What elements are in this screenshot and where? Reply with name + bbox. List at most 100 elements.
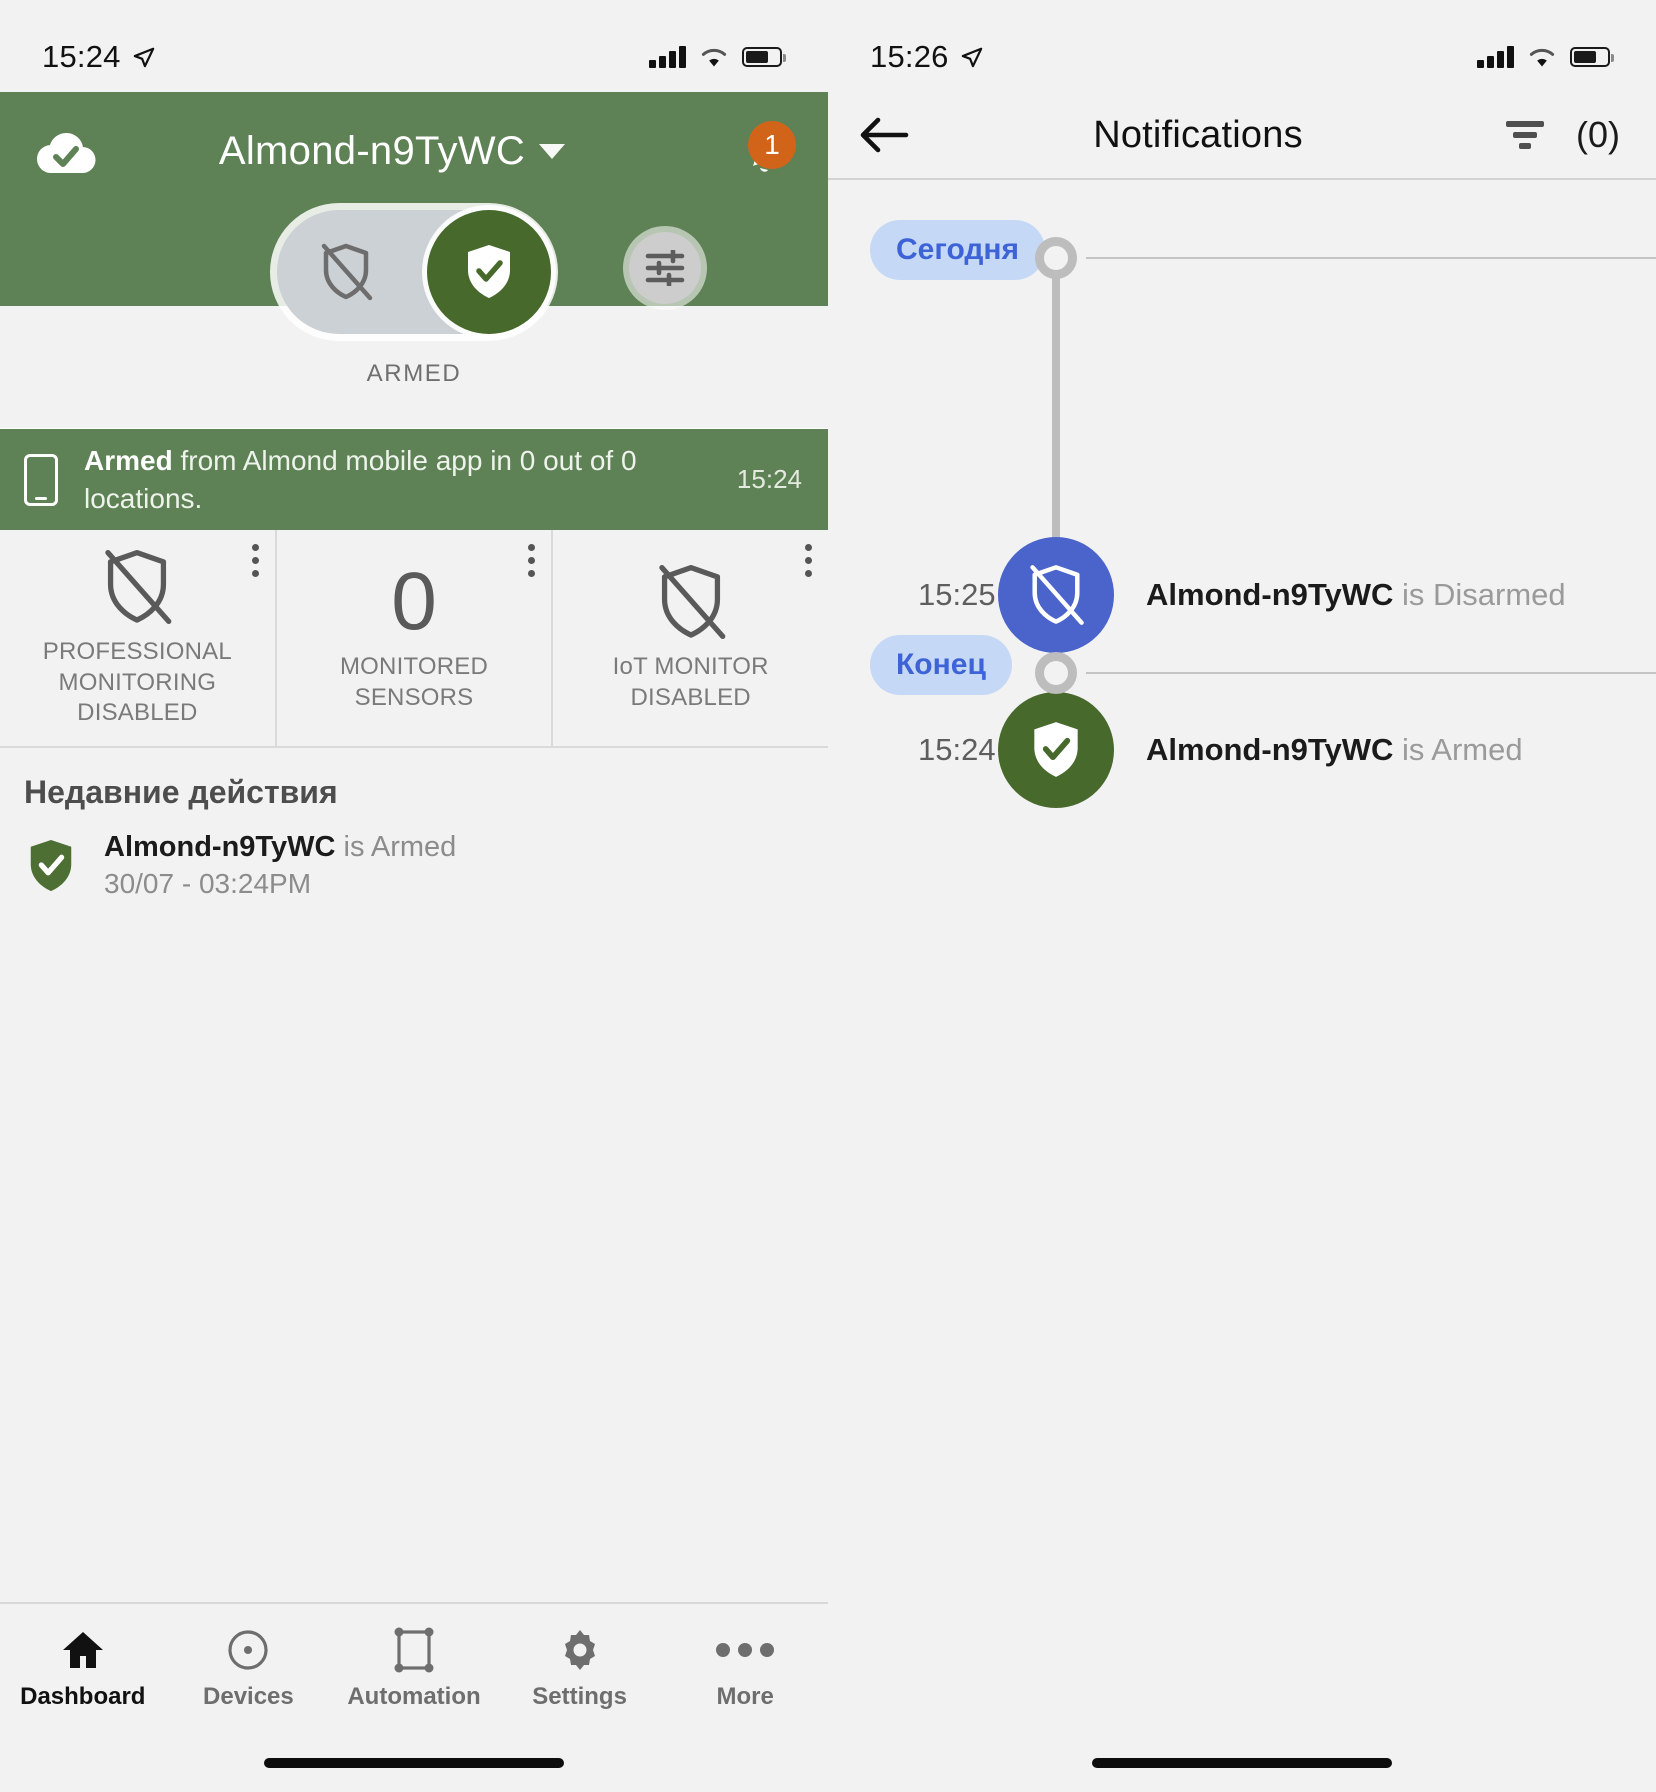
notification-time: 15:24 bbox=[918, 732, 996, 767]
tab-settings[interactable]: Settings bbox=[497, 1627, 663, 1711]
status-time: 15:24 bbox=[42, 39, 121, 74]
gear-icon bbox=[557, 1627, 603, 1673]
notification-status-dot bbox=[998, 692, 1114, 808]
notification-row[interactable]: 15:24 Almond-n9TyWC is Armed bbox=[828, 692, 1656, 808]
device-state: is Disarmed bbox=[1393, 577, 1566, 612]
home-icon bbox=[60, 1627, 106, 1673]
shield-off-icon bbox=[1030, 565, 1084, 625]
status-message-bar[interactable]: Armed from Almond mobile app in 0 out of… bbox=[0, 428, 828, 530]
arm-disarm-toggle[interactable] bbox=[277, 210, 551, 334]
page-title: Notifications bbox=[1093, 113, 1303, 156]
notifications-button[interactable]: 1 bbox=[706, 121, 796, 179]
list-item-primary: Almond-n9TyWC is Armed bbox=[104, 831, 456, 864]
tab-label: Dashboard bbox=[20, 1683, 146, 1710]
tab-more[interactable]: More bbox=[662, 1627, 828, 1711]
list-item[interactable]: Almond-n9TyWC is Armed 30/07 - 03:24PM bbox=[0, 825, 828, 906]
status-message-bold: Armed bbox=[84, 444, 173, 476]
disarm-option[interactable] bbox=[277, 210, 414, 334]
status-time: 15:26 bbox=[870, 39, 949, 74]
timeline-start-chip: Сегодня bbox=[870, 220, 1046, 280]
tab-automation[interactable]: Automation bbox=[331, 1627, 497, 1711]
status-bar-left-group: 15:24 bbox=[42, 39, 155, 75]
timeline-start-line bbox=[1086, 257, 1656, 259]
status-bar-left-group: 15:26 bbox=[870, 39, 983, 75]
notification-text: Almond-n9TyWC is Disarmed bbox=[1146, 577, 1566, 613]
security-settings-button[interactable] bbox=[629, 232, 701, 304]
automation-icon bbox=[392, 1627, 436, 1673]
status-message-text: Armed from Almond mobile app in 0 out of… bbox=[84, 442, 711, 518]
notification-time: 15:25 bbox=[918, 577, 996, 612]
notifications-timeline: Сегодня 15:25 Almond-n9TyWC is Disarmed … bbox=[828, 180, 1656, 1734]
list-item-timestamp: 30/07 - 03:24PM bbox=[104, 868, 312, 899]
device-state: is Armed bbox=[335, 831, 457, 863]
notifications-header: Notifications (0) bbox=[828, 92, 1656, 180]
shield-check-icon bbox=[468, 245, 510, 298]
battery-icon bbox=[1570, 47, 1614, 67]
card-label: PROFESSIONAL MONITORING DISABLED bbox=[42, 637, 232, 727]
shield-off-icon bbox=[321, 243, 372, 301]
header-bar: Almond-n9TyWC 1 bbox=[0, 92, 828, 210]
tab-dashboard[interactable]: Dashboard bbox=[0, 1627, 166, 1711]
status-cards: PROFESSIONAL MONITORING DISABLED 0 MONIT… bbox=[0, 530, 829, 748]
device-name: Almond-n9TyWC bbox=[1146, 577, 1394, 612]
home-indicator-wrap bbox=[0, 1734, 828, 1792]
status-bar-right: 15:26 bbox=[828, 0, 1656, 92]
dashboard-screen: 15:24 Almond-n9TyWC 1 ARMED Armed from A… bbox=[0, 0, 829, 1792]
card-professional-monitoring[interactable]: PROFESSIONAL MONITORING DISABLED bbox=[0, 530, 277, 746]
location-arrow-icon bbox=[133, 47, 154, 68]
battery-icon bbox=[742, 47, 786, 67]
device-title-group[interactable]: Almond-n9TyWC bbox=[78, 129, 706, 174]
green-header: Almond-n9TyWC 1 ARMED bbox=[0, 92, 828, 387]
kebab-menu-icon[interactable] bbox=[528, 544, 536, 577]
filter-icon[interactable] bbox=[1506, 121, 1544, 149]
card-monitored-sensors[interactable]: 0 MONITORED SENSORS bbox=[276, 530, 554, 746]
wifi-icon bbox=[1529, 48, 1555, 66]
timeline-start-node bbox=[1035, 237, 1077, 279]
shield-off-icon bbox=[658, 565, 726, 640]
shield-check-icon bbox=[1034, 722, 1078, 777]
card-value: 0 bbox=[391, 556, 437, 648]
page-title: Almond-n9TyWC bbox=[218, 128, 526, 173]
bottom-tabbar: Dashboard Devices Automation Settings Mo… bbox=[0, 1602, 828, 1734]
card-icon bbox=[100, 543, 174, 631]
shield-check-icon bbox=[30, 839, 72, 891]
back-arrow-icon[interactable] bbox=[858, 114, 910, 156]
status-message-time: 15:24 bbox=[736, 464, 802, 494]
notification-badge: 1 bbox=[748, 121, 796, 169]
tab-label: Settings bbox=[532, 1683, 627, 1710]
status-bar-right-group bbox=[649, 46, 786, 68]
home-indicator[interactable] bbox=[1092, 1758, 1392, 1768]
chevron-down-icon[interactable] bbox=[539, 143, 566, 159]
shield-off-icon bbox=[105, 549, 172, 624]
tab-label: More bbox=[716, 1683, 774, 1710]
list-item-text: Almond-n9TyWC is Armed 30/07 - 03:24PM bbox=[104, 831, 456, 900]
recent-activity-title: Недавние действия bbox=[24, 774, 338, 810]
notifications-screen: 15:26 Notifications (0) Сегодня 15:25 Al… bbox=[828, 0, 1656, 1792]
timeline-end-node bbox=[1035, 652, 1077, 694]
mobile-phone-icon bbox=[24, 453, 58, 506]
notification-text: Almond-n9TyWC is Armed bbox=[1146, 732, 1523, 768]
card-iot-monitor[interactable]: IoT MONITOR DISABLED bbox=[553, 530, 829, 746]
arm-state-label: ARMED bbox=[366, 360, 462, 387]
wifi-icon bbox=[701, 48, 727, 66]
dual-screen-container: 15:24 Almond-n9TyWC 1 ARMED Armed from A… bbox=[0, 0, 1656, 1792]
device-name: Almond-n9TyWC bbox=[1146, 732, 1394, 767]
status-bar-left: 15:24 bbox=[0, 0, 828, 92]
kebab-menu-icon[interactable] bbox=[805, 544, 813, 577]
tab-devices[interactable]: Devices bbox=[166, 1627, 332, 1711]
device-name: Almond-n9TyWC bbox=[104, 831, 336, 863]
notification-status-dot bbox=[998, 537, 1114, 653]
devices-icon bbox=[226, 1627, 270, 1673]
card-icon: 0 bbox=[391, 558, 437, 646]
device-state: is Armed bbox=[1393, 732, 1523, 767]
status-bar-right-group bbox=[1477, 46, 1614, 68]
arm-option[interactable] bbox=[427, 210, 551, 334]
filter-count: (0) bbox=[1576, 114, 1620, 155]
timeline-end-line bbox=[1086, 672, 1656, 674]
arm-toggle-zone: ARMED bbox=[0, 210, 828, 400]
tab-label: Devices bbox=[203, 1683, 294, 1710]
card-label: MONITORED SENSORS bbox=[339, 653, 489, 711]
card-label: IoT MONITOR DISABLED bbox=[612, 653, 769, 711]
kebab-menu-icon[interactable] bbox=[251, 544, 259, 577]
home-indicator[interactable] bbox=[264, 1758, 564, 1768]
